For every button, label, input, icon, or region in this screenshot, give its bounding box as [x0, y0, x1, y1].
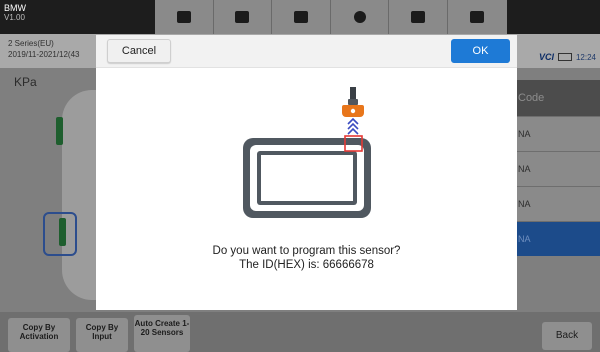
top-bar: BMW V1.00 — [0, 0, 600, 34]
battery-icon — [557, 53, 572, 61]
tpms-sensor-icon — [342, 87, 364, 117]
toolbar — [155, 0, 507, 34]
back-button[interactable]: Back — [542, 322, 592, 350]
vehicle-date-range: 2019/11-2021/12(43 — [8, 50, 80, 59]
list-item-selected[interactable]: NA — [504, 221, 600, 256]
auto-create-label: Auto Create 1-20 Sensors — [134, 319, 190, 337]
help-icon — [353, 11, 366, 23]
vci-status: VCI — [538, 52, 554, 62]
list-header: Code — [504, 80, 600, 116]
copy-by-input-label: Copy By Input — [85, 323, 119, 341]
list-item[interactable]: NA — [504, 186, 600, 221]
dialog-message: Do you want to program this sensor? The … — [96, 244, 517, 272]
brand-block: BMW V1.00 — [4, 3, 26, 23]
auto-create-button[interactable]: Auto Create 1-20 Sensors — [134, 315, 190, 352]
app-version: V1.00 — [4, 13, 25, 22]
home-button[interactable] — [155, 0, 214, 34]
feedback-button[interactable] — [448, 0, 507, 34]
home-icon — [176, 11, 191, 23]
pressure-unit-label: KPa — [14, 75, 37, 89]
feedback-icon — [470, 11, 485, 23]
copy-by-activation-button[interactable]: Copy By Activation — [8, 318, 70, 352]
copy-by-input-button[interactable]: Copy By Input — [76, 318, 128, 352]
clock: 12:24 — [575, 52, 596, 62]
vehicle-model: 2 Series(EU) — [8, 39, 54, 48]
tablet-icon — [243, 138, 371, 218]
selected-sensor-frame — [43, 212, 77, 256]
vehicle-info: 2 Series(EU) 2019/11-2021/12(43 — [8, 38, 79, 60]
signal-arrows-icon — [347, 117, 359, 135]
save-icon — [411, 11, 426, 23]
bottom-action-bar: Copy By Activation Copy By Input Auto Cr… — [0, 312, 600, 352]
programming-illustration — [243, 87, 371, 218]
list-item[interactable]: NA — [504, 151, 600, 186]
vehicle-swap-button[interactable] — [214, 0, 273, 34]
status-area: VCI 12:24 — [539, 52, 596, 62]
vehicle-diagram — [42, 80, 102, 300]
sensor-id-line: The ID(HEX) is: 66666678 — [239, 259, 374, 271]
program-sensor-dialog: Cancel OK Do you want to program this se… — [96, 35, 517, 310]
help-button[interactable] — [331, 0, 390, 34]
sensor-id-list: Code NA NA NA NA — [504, 80, 600, 298]
back-label: Back — [555, 330, 579, 341]
print-button[interactable] — [272, 0, 331, 34]
dialog-header: Cancel OK — [96, 35, 517, 68]
vehicle-swap-icon — [235, 11, 250, 23]
list-item[interactable]: NA — [504, 116, 600, 151]
program-question: Do you want to program this sensor? — [212, 245, 401, 257]
save-button[interactable] — [389, 0, 448, 34]
ok-button[interactable]: OK — [451, 39, 510, 63]
print-icon — [293, 11, 308, 23]
sensor-front-left[interactable] — [56, 117, 63, 145]
copy-by-activation-label: Copy By Activation — [19, 323, 59, 341]
cancel-button[interactable]: Cancel — [107, 39, 171, 63]
brand-name: BMW — [4, 3, 26, 13]
